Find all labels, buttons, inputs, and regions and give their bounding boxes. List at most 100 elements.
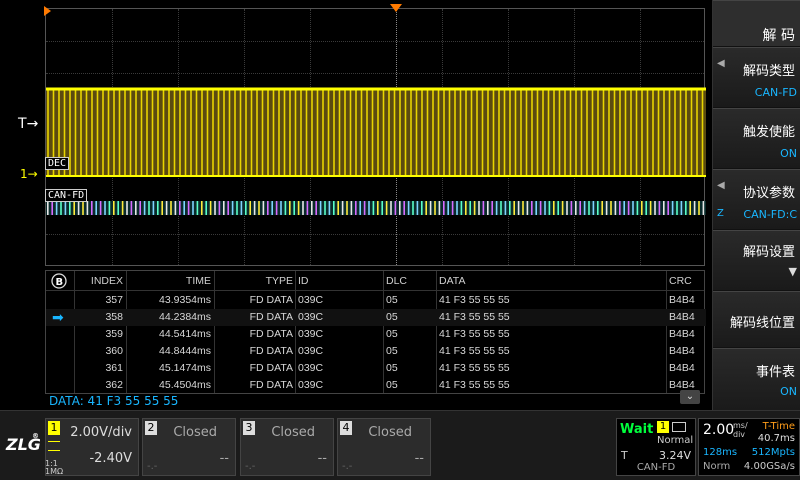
decode-bus-segment: [297, 201, 300, 215]
decode-bus-segment: [447, 201, 449, 215]
table-row[interactable]: 361 45.1474ms FD DATA 039C 05 41 F3 55 5…: [46, 360, 706, 377]
ch1-fill: [46, 89, 706, 176]
decode-bus-segment: [262, 201, 265, 215]
ch4-settings[interactable]: 4 Closed -- -.-: [337, 418, 431, 476]
decode-bus-segment: [377, 201, 379, 215]
waveform-area[interactable]: T→ 1→ DEC CAN-FD: [0, 0, 712, 268]
ch1-offset: -2.40V: [89, 451, 132, 466]
decode-bus-segment: [73, 201, 75, 215]
decode-bus-segment: [77, 201, 80, 215]
decode-bus-segment: [531, 201, 533, 215]
decode-bus-segment: [676, 201, 678, 215]
acquisition-status: Wait: [620, 422, 654, 437]
table-scroll-down-button[interactable]: ⌄: [680, 390, 700, 404]
timebase-unit: ms/ div: [733, 421, 748, 439]
menu-item-value: CAN-FD:C: [743, 208, 797, 221]
menu-item-value: ON: [780, 147, 797, 160]
ch1-offset-marker[interactable]: 1→: [20, 167, 38, 181]
ch2-scale: Closed: [173, 425, 217, 440]
decode-event-table[interactable]: B INDEX TIME TYPE ID DLC DATA CRC 357 43…: [45, 270, 706, 394]
decode-bus-segment: [227, 201, 229, 215]
decode-bus-segment: [236, 201, 238, 215]
menu-item-decode-line-position[interactable]: 解码线位置: [713, 291, 800, 347]
table-row[interactable]: 362 45.4504ms FD DATA 039C 05 41 F3 55 5…: [46, 377, 706, 394]
decode-bus-segment: [139, 201, 141, 215]
decode-bus-segment: [522, 201, 524, 215]
decode-bus-segment: [685, 201, 687, 215]
ch3-sub: -.-: [245, 461, 256, 472]
decode-bus-segment: [51, 201, 53, 215]
row-data: 41 F3 55 55 55: [439, 311, 510, 323]
ch2-number: 2: [145, 421, 157, 435]
decode-bus-segment: [460, 201, 463, 215]
decode-bus-segment: [170, 201, 172, 215]
decode-bus-segment: [399, 201, 401, 215]
decode-bus-segment: [583, 201, 586, 215]
menu-item-decode-type[interactable]: ◀ 解码类型 CAN-FD: [713, 47, 800, 107]
decode-bus-segment: [495, 201, 498, 215]
ch4-sub: -.-: [342, 461, 353, 472]
timebase-settings[interactable]: 2.00 ms/ div T-Time 40.7ms 128ms 512Mpts…: [698, 418, 800, 476]
decode-bus-segment: [91, 201, 93, 215]
decode-bus-segment: [152, 201, 155, 215]
menu-item-protocol-params[interactable]: ◀ Z 协议参数 CAN-FD:C: [713, 169, 800, 229]
trigger-position-marker[interactable]: [390, 4, 402, 12]
trigger-level: 3.24V: [658, 449, 691, 462]
decode-bus-segment: [588, 201, 590, 215]
decode-bus-segment: [218, 201, 221, 215]
decode-bus-segment: [143, 201, 146, 215]
row-time: 44.8444ms: [159, 345, 211, 357]
table-row[interactable]: 360 44.8444ms FD DATA 039C 05 41 F3 55 5…: [46, 343, 706, 360]
row-data: 41 F3 55 55 55: [439, 345, 510, 357]
decode-bus-segment: [223, 201, 225, 215]
decode-bus-segment: [355, 201, 357, 215]
timebase-value: 2.00: [703, 422, 735, 438]
row-crc: B4B4: [669, 362, 695, 374]
decode-bus-segment: [416, 201, 419, 215]
decode-bus-segment: [209, 201, 212, 215]
row-time: 45.1474ms: [159, 362, 211, 374]
decode-bus-segment: [324, 201, 326, 215]
decode-bus-segment: [205, 201, 207, 215]
decode-bus-segment: [561, 201, 564, 215]
decode-bus-segment: [95, 201, 97, 215]
ch3-settings[interactable]: 3 Closed -- -.-: [240, 418, 334, 476]
trigger-level-marker[interactable]: T→: [18, 116, 38, 132]
decode-bus-segment: [267, 201, 269, 215]
table-header-row: B INDEX TIME TYPE ID DLC DATA CRC: [46, 273, 706, 290]
table-row[interactable]: 359 44.5414ms FD DATA 039C 05 41 F3 55 5…: [46, 326, 706, 343]
sample-rate: 4.00GSa/s: [743, 461, 795, 472]
row-index: 360: [105, 345, 123, 357]
trigger-label: T: [18, 116, 27, 132]
trigger-source: 1: [657, 421, 669, 433]
table-row[interactable]: 357 43.9354ms FD DATA 039C 05 41 F3 55 5…: [46, 292, 706, 309]
decode-bus-segment: [196, 201, 199, 215]
menu-item-trigger-enable[interactable]: 触发使能 ON: [713, 108, 800, 168]
ch3-offset: --: [317, 451, 327, 466]
decode-bus-segment: [421, 201, 423, 215]
ch2-settings[interactable]: 2 Closed -- -.-: [142, 418, 236, 476]
decode-bus-segment: [240, 201, 243, 215]
decode-bus-segment: [434, 201, 436, 215]
table-row-selected[interactable]: ➡ 358 44.2384ms FD DATA 039C 05 41 F3 55…: [46, 309, 706, 326]
menu-item-decode-settings[interactable]: 解码设置 ▼: [713, 230, 800, 290]
timebase-unit-top: ms/: [733, 421, 748, 430]
bus-b-icon: B: [50, 273, 70, 290]
row-id: 039C: [298, 345, 324, 357]
row-time: 45.4504ms: [159, 379, 211, 391]
decode-bus-segment: [148, 201, 150, 215]
decode-bus-segment: [469, 201, 471, 215]
trigger-status[interactable]: Wait 1 Normal T 3.24V CAN-FD: [616, 418, 696, 476]
decode-bus-segment: [632, 201, 634, 215]
decode-bus-segment: [104, 201, 106, 215]
decode-bus-segment: [187, 201, 190, 215]
menu-item-event-table[interactable]: 事件表 ON: [713, 348, 800, 410]
decode-bus-segment: [121, 201, 124, 215]
trigger-mode: Normal: [657, 435, 694, 446]
decode-bus-segment: [491, 201, 493, 215]
decode-bus-segment: [535, 201, 537, 215]
menu-side-label: Z: [717, 208, 724, 219]
decode-bus-segment: [311, 201, 313, 215]
decode-bus-segment: [192, 201, 194, 215]
decode-bus-segment: [350, 201, 353, 215]
